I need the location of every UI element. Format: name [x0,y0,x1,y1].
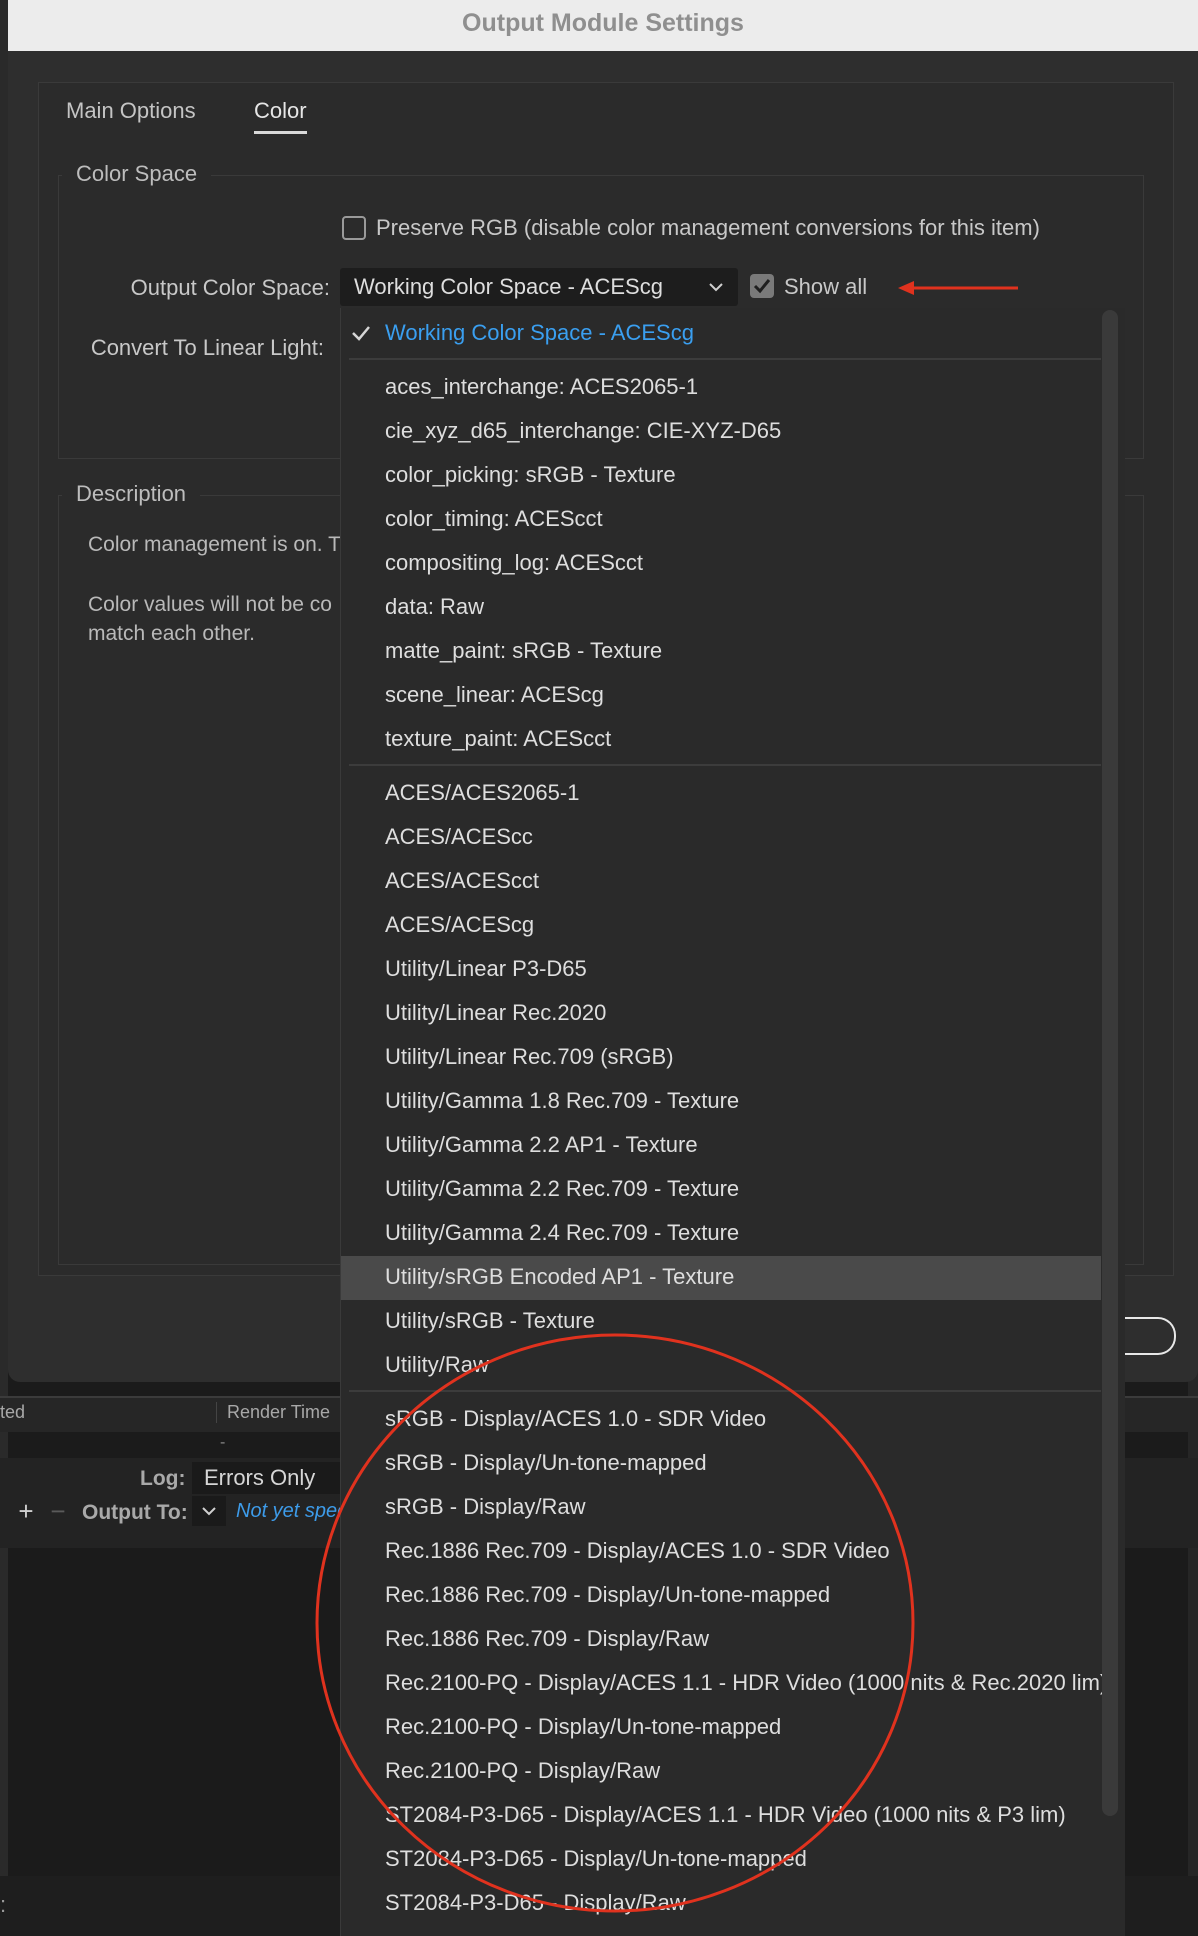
dropdown-option[interactable]: cie_xyz_d65_interchange: CIE-XYZ-D65 [341,410,1101,454]
minus-icon[interactable]: − [44,1498,72,1526]
dropdown-option-label: matte_paint: sRGB - Texture [385,638,663,663]
description-line-1: Color management is on. T [88,533,341,556]
show-all-checkbox[interactable] [750,274,774,298]
dropdown-option-label: texture_paint: ACEScct [385,726,612,751]
output-to-dropdown[interactable] [192,1496,226,1526]
dropdown-option[interactable]: data: Raw [341,586,1101,630]
dropdown-option-label: Utility/Gamma 1.8 Rec.709 - Texture [385,1088,740,1113]
output-color-space-label: Output Color Space: [130,275,330,300]
dropdown-option[interactable]: Utility/Linear P3-D65 [341,948,1101,992]
description-legend: Description [62,481,201,507]
dropdown-option[interactable]: texture_paint: ACEScct [341,718,1101,762]
chevron-down-icon [202,1507,216,1516]
dropdown-option-label: cie_xyz_d65_interchange: CIE-XYZ-D65 [385,418,782,443]
dropdown-option[interactable]: matte_paint: sRGB - Texture [341,630,1101,674]
active-tab-indicator [254,131,307,134]
dialog-button[interactable] [1120,1317,1176,1355]
dropdown-option-label: Utility/Linear Rec.709 (sRGB) [385,1044,674,1069]
red-circle-annotation [315,1333,915,1913]
column-header-started: ted [0,1402,26,1422]
menu-separator [349,358,1101,360]
preserve-rgb-checkbox[interactable] [342,216,366,240]
dropdown-scrollbar[interactable] [1102,310,1118,1816]
render-time-value: - [220,1434,226,1451]
dropdown-option[interactable]: Utility/Linear Rec.709 (sRGB) [341,1036,1101,1080]
plus-icon[interactable]: + [12,1498,40,1526]
log-label: Log: [140,1467,186,1490]
dropdown-option[interactable]: ACES/ACEScg [341,904,1101,948]
tab-main-options[interactable]: Main Options [66,98,196,124]
tab-color[interactable]: Color [254,98,307,124]
output-to-label: Output To: [82,1501,188,1524]
dropdown-option-label: ACES/ACEScc [385,824,533,849]
color-space-legend: Color Space [62,161,212,187]
output-color-space-value: Working Color Space - ACEScg [354,274,663,299]
checkmark-icon [753,279,771,294]
dialog-titlebar[interactable]: Output Module Settings [8,0,1198,51]
red-arrow-annotation [898,281,1018,295]
dropdown-option-label: ACES/ACEScct [385,868,540,893]
dropdown-option[interactable]: ACES/ACES2065-1 [341,772,1101,816]
menu-separator [349,764,1101,766]
dropdown-option-label: scene_linear: ACEScg [385,682,604,707]
dropdown-option-label: Utility/Gamma 2.2 AP1 - Texture [385,1132,698,1157]
output-color-space-select[interactable]: Working Color Space - ACEScg [340,268,738,306]
dropdown-option[interactable]: color_picking: sRGB - Texture [341,454,1101,498]
show-all-label[interactable]: Show all [784,274,867,300]
dropdown-option[interactable]: aces_interchange: ACES2065-1 [341,366,1101,410]
dropdown-option-label: color_timing: ACEScct [385,506,603,531]
description-line-2: Color values will not be co match each o… [88,593,332,645]
convert-linear-light-label: Convert To Linear Light: [90,335,324,360]
dropdown-option[interactable]: ACES/ACEScc [341,816,1101,860]
dropdown-option-label: compositing_log: ACEScct [385,550,644,575]
dropdown-option-label: Utility/Gamma 2.4 Rec.709 - Texture [385,1220,740,1245]
dropdown-option-label: aces_interchange: ACES2065-1 [385,374,699,399]
footer-label: : [0,1892,7,1917]
dropdown-option[interactable]: ACES/ACEScct [341,860,1101,904]
preserve-rgb-label[interactable]: Preserve RGB (disable color management c… [376,215,1040,241]
dropdown-option[interactable]: Utility/Gamma 2.2 AP1 - Texture [341,1124,1101,1168]
chevron-down-icon [709,283,723,292]
dropdown-option-label: Utility/Linear P3-D65 [385,956,587,981]
dropdown-option-label: ACES/ACEScg [385,912,535,937]
dropdown-option-label: Working Color Space - ACEScg [385,320,694,345]
dropdown-option-label: Utility/Linear Rec.2020 [385,1000,607,1025]
dropdown-option-label: ACES/ACES2065-1 [385,780,580,805]
dropdown-option[interactable]: Utility/sRGB Encoded AP1 - Texture [341,1256,1101,1300]
dropdown-option[interactable]: Utility/Gamma 2.2 Rec.709 - Texture [341,1168,1101,1212]
dropdown-option[interactable]: Utility/Gamma 1.8 Rec.709 - Texture [341,1080,1101,1124]
dialog-title: Output Module Settings [462,9,744,37]
dropdown-option-label: Utility/sRGB Encoded AP1 - Texture [385,1264,735,1289]
background-panel [0,0,8,1936]
dropdown-option-label: color_picking: sRGB - Texture [385,462,676,487]
dropdown-option[interactable]: color_timing: ACEScct [341,498,1101,542]
dropdown-option-label: data: Raw [385,594,485,619]
dropdown-option[interactable]: compositing_log: ACEScct [341,542,1101,586]
dropdown-option[interactable]: Working Color Space - ACEScg [341,312,1101,356]
checkmark-icon [352,326,370,341]
dropdown-option[interactable]: scene_linear: ACEScg [341,674,1101,718]
dropdown-option[interactable]: Utility/Gamma 2.4 Rec.709 - Texture [341,1212,1101,1256]
dropdown-option[interactable]: Utility/Linear Rec.2020 [341,992,1101,1036]
dropdown-option-label: Utility/Gamma 2.2 Rec.709 - Texture [385,1176,740,1201]
